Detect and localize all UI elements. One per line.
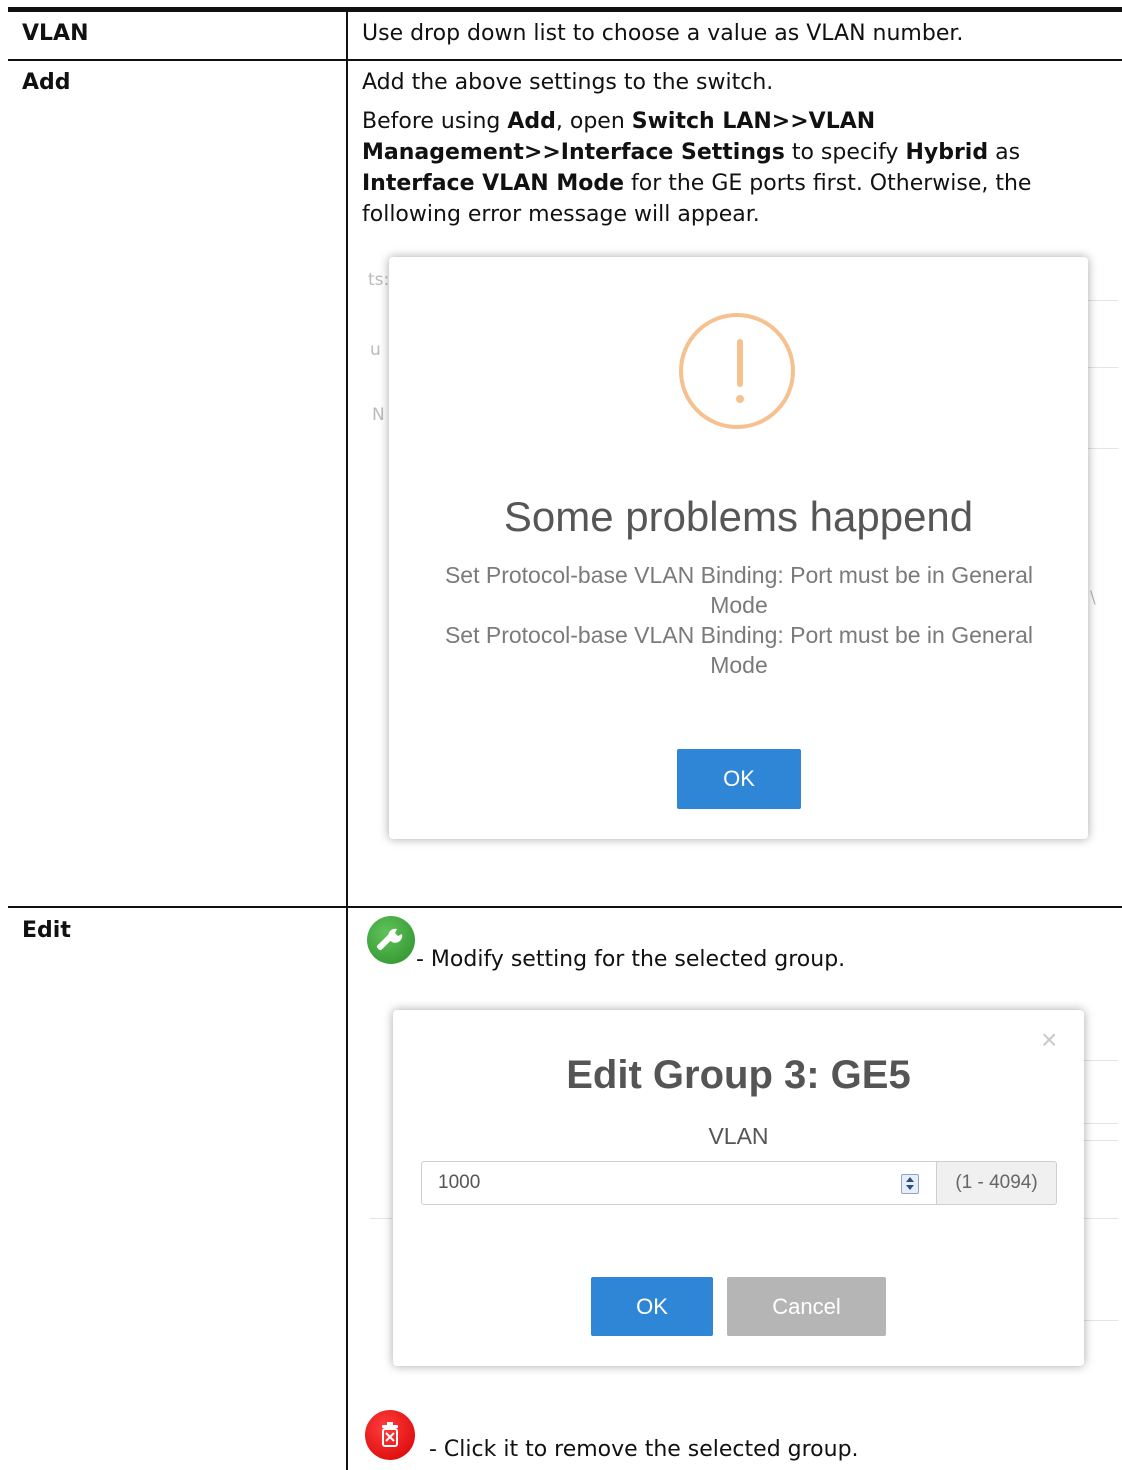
background-rule — [1088, 367, 1118, 368]
edit-description: - Modify setting for the selected group. — [416, 947, 846, 972]
trash-icon[interactable] — [365, 1410, 415, 1460]
background-text: u — [370, 340, 381, 360]
close-icon[interactable]: × — [1041, 1024, 1057, 1056]
background-text: N — [372, 405, 385, 425]
edit-dialog-title: Edit Group 3: GE5 — [566, 1053, 911, 1097]
background-rule — [1084, 1123, 1118, 1124]
error-dialog-title: Some problems happend — [503, 493, 974, 540]
wrench-icon[interactable] — [367, 916, 415, 964]
row-divider — [8, 59, 1122, 61]
background-rule — [1084, 1140, 1118, 1141]
background-rule — [1084, 1320, 1118, 1321]
background-rule — [370, 1218, 392, 1219]
vlan-range-addon: (1 - 4094) — [936, 1161, 1057, 1205]
background-rule — [1084, 1060, 1118, 1061]
background-text: \ — [1090, 588, 1096, 608]
background-rule — [1088, 300, 1118, 301]
desc-add-line1: Add the above settings to the switch. — [362, 70, 774, 95]
column-divider — [346, 11, 348, 1470]
error-dialog-message: Set Protocol-base VLAN Binding: Port mus… — [444, 562, 1034, 678]
vlan-input-value: 1000 — [438, 1172, 481, 1193]
background-rule — [1084, 1218, 1118, 1219]
background-text: ts: — [368, 270, 390, 290]
desc-vlan: Use drop down list to choose a value as … — [362, 21, 964, 46]
ok-button[interactable]: OK — [677, 749, 801, 809]
term-add: Add — [22, 70, 71, 95]
vlan-input[interactable]: 1000 — [421, 1161, 937, 1205]
term-edit: Edit — [22, 918, 71, 943]
ok-button[interactable]: OK — [591, 1277, 713, 1336]
exclamation-icon — [679, 313, 795, 429]
background-rule — [1088, 448, 1118, 449]
spinner-icon[interactable] — [901, 1174, 919, 1194]
vlan-field-label: VLAN — [708, 1123, 769, 1149]
edit-group-dialog: × Edit Group 3: GE5 VLAN 1000 (1 - 4094)… — [393, 1010, 1084, 1366]
vlan-range-hint: (1 - 4094) — [955, 1172, 1038, 1193]
cancel-button[interactable]: Cancel — [727, 1277, 886, 1336]
desc-add-paragraph: Before using Add, open Switch LAN>>VLAN … — [362, 109, 1032, 227]
row-divider — [8, 906, 1122, 908]
error-dialog: Some problems happend Set Protocol-base … — [389, 257, 1088, 839]
delete-description: - Click it to remove the selected group. — [429, 1437, 859, 1462]
table-top-border — [8, 7, 1122, 12]
term-vlan: VLAN — [22, 21, 89, 46]
